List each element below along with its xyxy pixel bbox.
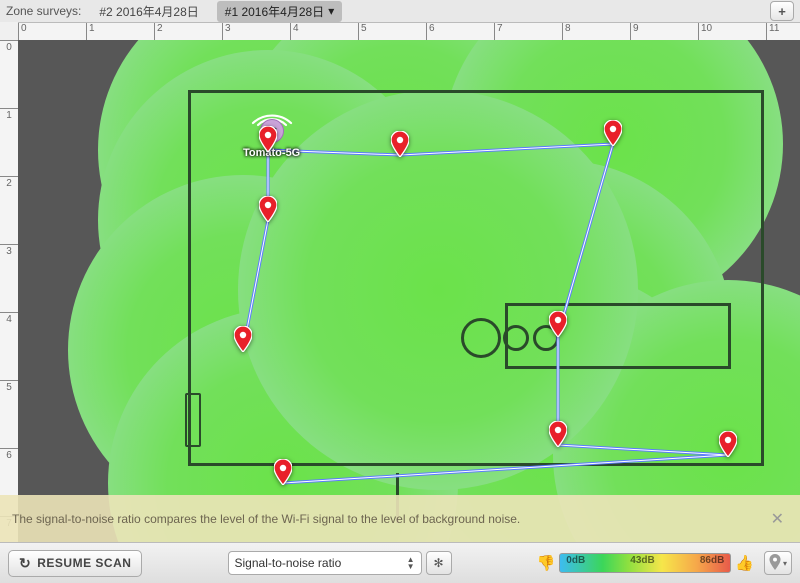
pin-icon [769, 554, 781, 573]
resume-scan-label: RESUME SCAN [37, 556, 131, 570]
scale-high: 86dB [700, 555, 724, 566]
chevron-down-icon: ▾ [328, 4, 334, 18]
survey-pin[interactable] [719, 431, 737, 457]
scale-gradient: 0dB 43dB 86dB [559, 553, 731, 573]
zone-surveys-label: Zone surveys: [6, 4, 81, 18]
thumbs-down-icon: 👎 [537, 554, 556, 572]
survey-tab[interactable]: #2 2016年4月28日 [91, 1, 206, 22]
metric-select[interactable]: Signal-to-noise ratio ▲▼ [228, 551, 422, 575]
pin-mode-button[interactable]: ▾ [764, 551, 792, 575]
bottom-toolbar: ↻ RESUME SCAN Signal-to-noise ratio ▲▼ ✻… [0, 542, 800, 583]
select-arrows-icon: ▲▼ [407, 556, 415, 570]
ruler-corner [0, 22, 19, 41]
survey-pin[interactable] [259, 126, 277, 152]
metric-selected-label: Signal-to-noise ratio [235, 556, 342, 570]
survey-pin[interactable] [391, 131, 409, 157]
scale-low: 0dB [566, 555, 585, 566]
survey-tab-active[interactable]: #1 2016年4月28日 ▾ [217, 1, 342, 22]
survey-pin[interactable] [549, 421, 567, 447]
info-tip-text: The signal-to-noise ratio compares the l… [12, 512, 520, 526]
survey-pin[interactable] [604, 120, 622, 146]
close-icon[interactable]: ✕ [767, 505, 788, 533]
chevron-down-icon: ▾ [783, 559, 787, 568]
thumbs-up-icon: 👍 [735, 554, 754, 572]
scale-mid: 43dB [630, 555, 654, 566]
door-outline [185, 393, 201, 447]
survey-tabs-bar: Zone surveys: #2 2016年4月28日 #1 2016年4月28… [0, 0, 800, 23]
fixture-circle [461, 318, 501, 358]
survey-pin[interactable] [259, 196, 277, 222]
gear-icon: ✻ [433, 556, 443, 570]
survey-pin[interactable] [274, 459, 292, 485]
heatmap-canvas[interactable]: 5G Tomato-5G [18, 40, 800, 543]
ruler-vertical: 01234567 [0, 40, 19, 543]
survey-pin[interactable] [549, 311, 567, 337]
survey-pin[interactable] [234, 326, 252, 352]
refresh-icon: ↻ [19, 555, 31, 572]
add-survey-button[interactable]: + [770, 1, 794, 21]
signal-scale: 👎 0dB 43dB 86dB 👍 [537, 553, 754, 573]
resume-scan-button[interactable]: ↻ RESUME SCAN [8, 550, 142, 577]
fixture-circle [503, 325, 529, 351]
info-tip: The signal-to-noise ratio compares the l… [0, 495, 800, 543]
settings-button[interactable]: ✻ [426, 551, 452, 575]
